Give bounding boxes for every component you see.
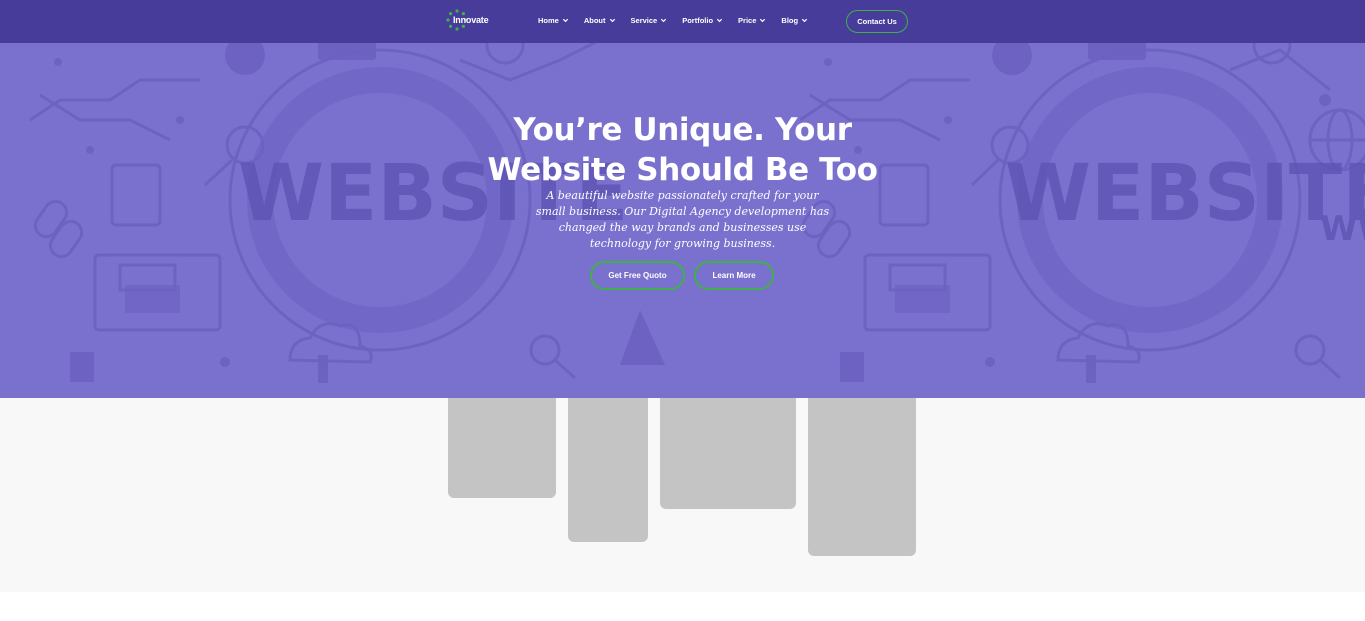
nav-item-label: Price: [738, 15, 757, 25]
nav-item-label: Service: [630, 15, 658, 25]
chevron-down-icon: [760, 18, 766, 22]
nav-item-portfolio[interactable]: Portfolio: [682, 14, 723, 26]
image-placeholder-2: [568, 398, 648, 542]
hero-section: WEBSITE WEBSITE WW You’re Unique. Your W…: [0, 0, 1365, 398]
nav-item-blog[interactable]: Blog: [781, 14, 808, 26]
chevron-down-icon: [716, 18, 723, 22]
nav-item-home[interactable]: Home: [538, 14, 569, 26]
bg-word-ww: WW: [1320, 209, 1365, 249]
chevron-down-icon: [801, 18, 808, 22]
main-nav: Home About Service Portfolio Price Blog: [538, 14, 823, 26]
content-section: [0, 398, 1365, 592]
hero-title: You’re Unique. Your Website Should Be To…: [430, 110, 935, 190]
nav-item-about[interactable]: About: [584, 14, 616, 26]
learn-more-button[interactable]: Learn More: [694, 261, 774, 290]
nav-item-service[interactable]: Service: [631, 14, 668, 26]
nav-item-price[interactable]: Price: [738, 14, 766, 26]
logo-text: Innovate: [453, 15, 489, 25]
hero-title-line1: You’re Unique. Your: [513, 112, 852, 148]
nav-item-label: Blog: [781, 15, 799, 25]
page: WEBSITE WEBSITE WW You’re Unique. Your W…: [0, 0, 1365, 621]
nav-item-label: Home: [538, 15, 559, 25]
chevron-down-icon: [661, 18, 667, 22]
chevron-down-icon: [609, 18, 615, 22]
logo[interactable]: Innovate: [446, 8, 496, 34]
hero-subtitle: A beautiful website passionately crafted…: [535, 189, 830, 250]
image-placeholder-3: [660, 398, 796, 509]
image-placeholder-4: [808, 398, 916, 556]
get-free-quote-button[interactable]: Get Free Quoto: [590, 261, 685, 290]
navbar: Innovate Home About Service Portfolio Pr…: [0, 0, 1365, 43]
hero-title-line2: Website Should Be Too: [487, 152, 878, 188]
nav-item-label: About: [583, 15, 606, 25]
chevron-down-icon: [562, 18, 568, 22]
bg-word-website-right: WEBSITE: [1005, 149, 1365, 239]
contact-us-button[interactable]: Contact Us: [846, 10, 908, 33]
image-placeholder-1: [448, 398, 556, 498]
nav-item-label: Portfolio: [682, 15, 714, 25]
